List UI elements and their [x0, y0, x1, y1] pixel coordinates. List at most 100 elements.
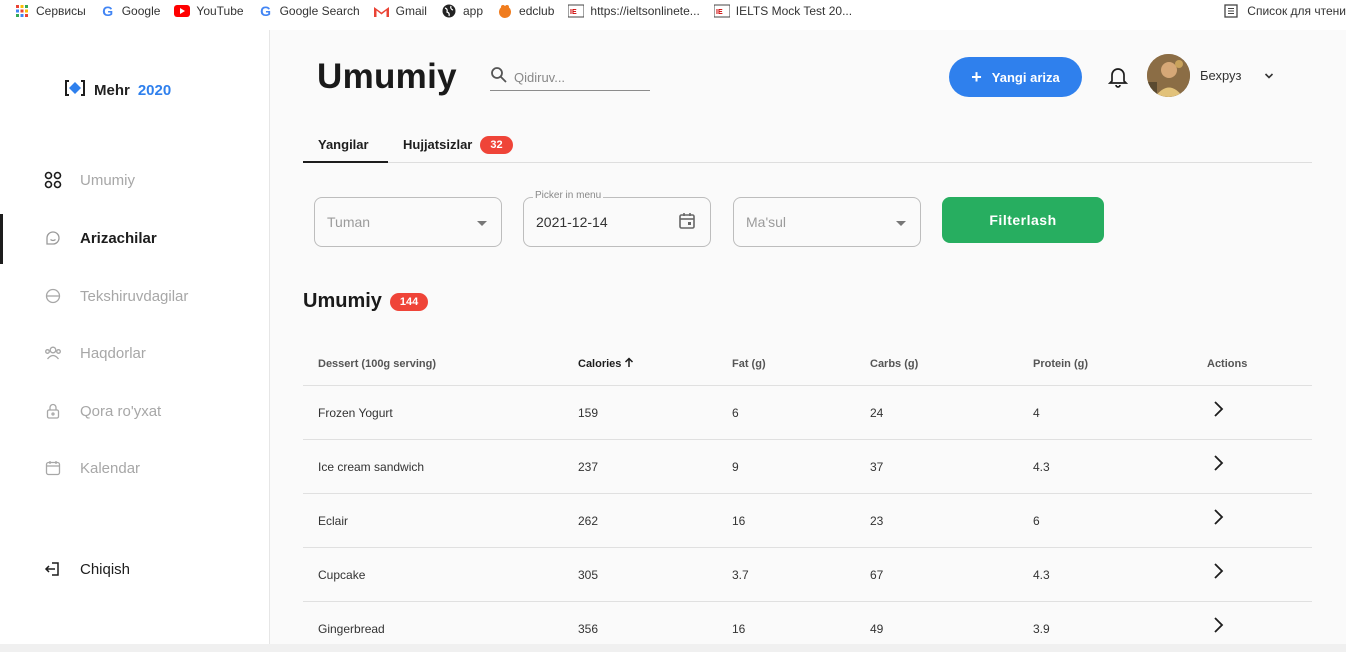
reading-list-label: Список для чтени	[1247, 4, 1346, 18]
search-input[interactable]	[514, 69, 644, 85]
data-table: Dessert (100g serving) Calories Fat (g) …	[303, 343, 1312, 652]
logout-icon	[44, 560, 62, 578]
cell-fat: 16	[732, 513, 746, 528]
grid-icon	[44, 171, 62, 189]
logout-button[interactable]: Chiqish	[44, 560, 130, 578]
logo[interactable]: Mehr 2020	[64, 79, 171, 101]
tab-yangilar[interactable]: Yangilar	[318, 126, 369, 163]
horizontal-scrollbar[interactable]	[0, 644, 1346, 652]
sidebar: Mehr 2020 Umumiy Arizachilar Tekshiruvda…	[0, 30, 270, 652]
search-box[interactable]	[490, 64, 650, 91]
tab-active-indicator	[303, 161, 388, 163]
bookmark-label: YouTube	[196, 4, 244, 18]
table-row[interactable]: Cupcake 305 3.7 67 4.3	[303, 548, 1312, 602]
section-title: Umumiy	[303, 290, 382, 312]
chevron-right-icon[interactable]	[1212, 454, 1224, 475]
date-picker[interactable]: Picker in menu 2021-12-14	[523, 190, 711, 247]
sidebar-item-umumiy[interactable]: Umumiy	[44, 171, 135, 189]
svg-text:IE: IE	[570, 9, 577, 16]
section-header: Umumiy 144	[303, 290, 429, 313]
calendar-icon	[44, 459, 62, 477]
column-header-fat[interactable]: Fat (g)	[732, 358, 766, 370]
bookmark-services[interactable]: Сервисы	[14, 0, 86, 22]
date-legend: Picker in menu	[533, 190, 604, 201]
filter-button[interactable]: Filterlash	[942, 197, 1104, 243]
chevron-down-icon[interactable]	[1264, 68, 1274, 86]
sidebar-item-arizachilar[interactable]: Arizachilar	[44, 229, 157, 247]
bookmark-ielts-online[interactable]: IE https://ieltsonlinete...	[568, 0, 700, 22]
sidebar-item-tekshiruvdagilar[interactable]: Tekshiruvdagilar	[44, 287, 188, 305]
cell-protein: 4.3	[1033, 567, 1050, 582]
district-placeholder: Tuman	[327, 214, 371, 230]
bookmark-gmail[interactable]: Gmail	[374, 0, 427, 22]
tab-hujjatsizlar[interactable]: Hujjatsizlar 32	[403, 126, 513, 163]
district-select[interactable]: Tuman	[314, 197, 502, 247]
bookmarks-bar: Сервисы G Google YouTube G Google Search…	[0, 0, 1346, 22]
dropdown-arrow-icon	[477, 214, 487, 230]
bookmark-ielts-mock[interactable]: IE IELTS Mock Test 20...	[713, 0, 852, 22]
chevron-right-icon[interactable]	[1212, 400, 1224, 421]
logo-name: Mehr	[94, 81, 130, 99]
cell-fat: 16	[732, 622, 746, 636]
responsible-placeholder: Ma'sul	[746, 214, 787, 230]
table-header: Dessert (100g serving) Calories Fat (g) …	[303, 343, 1312, 386]
google-icon: G	[102, 3, 114, 19]
cell-carbs: 23	[870, 513, 884, 528]
sidebar-item-haqdorlar[interactable]: Haqdorlar	[44, 344, 146, 362]
svg-text:IE: IE	[716, 9, 723, 16]
column-header-label: Calories	[578, 358, 622, 370]
cell-protein: 6	[1033, 513, 1040, 528]
bookmark-app[interactable]: app	[441, 0, 483, 22]
bookmark-label: Gmail	[395, 4, 427, 18]
column-header-protein[interactable]: Protein (g)	[1033, 358, 1088, 370]
sidebar-item-qora-royxat[interactable]: Qora ro'yxat	[44, 402, 161, 420]
chevron-right-icon[interactable]	[1212, 562, 1224, 583]
cell-fat: 9	[732, 459, 739, 474]
avatar[interactable]	[1147, 54, 1190, 97]
sidebar-item-label: Tekshiruvdagilar	[80, 287, 189, 305]
google-icon: G	[260, 3, 272, 19]
bookmark-youtube[interactable]: YouTube	[174, 0, 244, 22]
sidebar-item-kalendar[interactable]: Kalendar	[44, 459, 140, 477]
table-row[interactable]: Ice cream sandwich 237 9 37 4.3	[303, 440, 1312, 494]
table-row[interactable]: Frozen Yogurt 159 6 24 4	[303, 386, 1312, 440]
bookmark-google-search[interactable]: G Google Search	[258, 0, 360, 22]
column-header-dessert[interactable]: Dessert (100g serving)	[318, 358, 436, 370]
edclub-icon	[497, 3, 513, 19]
date-value: 2021-12-14	[536, 214, 608, 230]
column-header-calories[interactable]: Calories	[578, 357, 634, 371]
user-name[interactable]: Бехруз	[1200, 68, 1242, 83]
cell-fat: 6	[732, 405, 739, 420]
reading-list[interactable]: Список для чтени	[1213, 0, 1346, 22]
bookmark-label: Google Search	[279, 4, 360, 18]
cell-dessert: Ice cream sandwich	[318, 459, 425, 474]
globe-icon	[44, 287, 62, 305]
column-header-carbs[interactable]: Carbs (g)	[870, 358, 918, 370]
cell-calories: 356	[578, 622, 599, 636]
bookmark-google[interactable]: G Google	[100, 0, 161, 22]
chevron-right-icon[interactable]	[1212, 616, 1224, 637]
new-application-button[interactable]: + Yangi ariza	[949, 57, 1082, 97]
search-icon	[490, 66, 508, 89]
chevron-right-icon[interactable]	[1212, 508, 1224, 529]
cell-dessert: Cupcake	[318, 567, 366, 582]
cell-calories: 262	[578, 513, 599, 528]
page-title: Umumiy	[317, 57, 457, 96]
users-icon	[44, 344, 62, 362]
bookmark-label: Google	[121, 4, 161, 18]
bookmark-label: app	[462, 4, 484, 18]
calendar-icon[interactable]	[678, 212, 696, 233]
responsible-select[interactable]: Ma'sul	[733, 197, 921, 247]
cell-calories: 237	[578, 459, 599, 474]
table-row[interactable]: Eclair 262 16 23 6	[303, 494, 1312, 548]
cell-dessert: Eclair	[318, 513, 349, 528]
cell-carbs: 24	[870, 405, 884, 420]
cell-carbs: 67	[870, 567, 884, 582]
lock-icon	[44, 402, 62, 420]
bookmark-edclub[interactable]: edclub	[497, 0, 554, 22]
sidebar-item-label: Haqdorlar	[80, 344, 146, 362]
bell-icon[interactable]	[1107, 66, 1129, 93]
active-indicator	[0, 214, 3, 264]
cell-carbs: 37	[870, 459, 884, 474]
cell-dessert: Gingerbread	[318, 622, 385, 636]
